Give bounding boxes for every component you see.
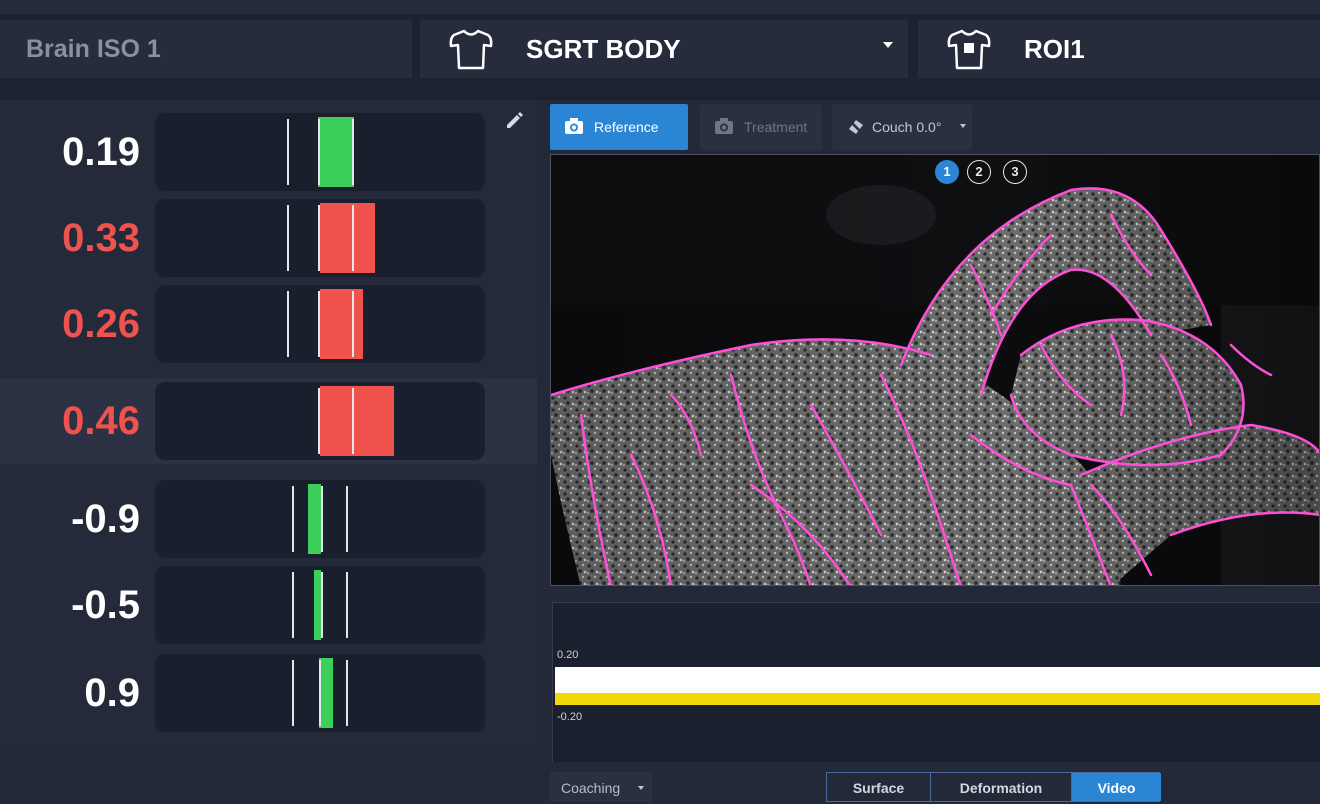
metric-track: [155, 480, 485, 558]
page-indicator-1[interactable]: 1: [935, 160, 959, 184]
metric-row: -0.9: [0, 476, 537, 562]
chevron-down-icon: [638, 786, 644, 790]
tolerance-tick: [346, 660, 348, 726]
tab-deformation[interactable]: Deformation: [930, 773, 1071, 801]
metric-track: [155, 285, 485, 363]
center-tick: [319, 660, 321, 726]
tolerance-tick: [352, 119, 354, 185]
metric-row: 0.26: [0, 281, 537, 367]
metric-row: 0.9: [0, 650, 537, 736]
tolerance-tick: [346, 572, 348, 638]
tolerance-tick: [292, 486, 294, 552]
couch-icon: [849, 120, 863, 134]
center-tick: [318, 119, 320, 185]
center-tick: [318, 388, 320, 454]
torso-roi-icon: [947, 29, 991, 70]
deviation-bar: [320, 203, 375, 273]
tolerance-tick: [287, 291, 289, 357]
metric-value: -0.9: [71, 497, 140, 541]
treatment-button[interactable]: Treatment: [700, 104, 822, 150]
patient-surface-image: [551, 155, 1319, 585]
camera-icon: [715, 118, 733, 134]
view-tabs: Surface Deformation Video: [826, 772, 1161, 802]
metric-row: -0.5: [0, 562, 537, 648]
camera-icon: [565, 118, 583, 134]
tolerance-tick: [346, 486, 348, 552]
center-tick: [318, 291, 320, 357]
couch-dropdown[interactable]: Couch 0.0°: [832, 104, 972, 150]
deviation-bar: [308, 484, 321, 554]
plan-name: Brain ISO 1: [26, 35, 161, 63]
tolerance-tick: [352, 291, 354, 357]
page-indicator-2[interactable]: 2: [967, 160, 991, 184]
metric-value: -0.5: [71, 583, 140, 627]
metric-track: [155, 199, 485, 277]
treatment-label: Treatment: [744, 119, 808, 135]
coaching-label: Coaching: [561, 780, 621, 796]
tolerance-tick: [287, 205, 289, 271]
tolerance-tick: [352, 388, 354, 454]
coaching-dropdown[interactable]: Coaching: [550, 772, 652, 802]
roi-label: ROI1: [1024, 34, 1085, 64]
camera-view[interactable]: 1 2 3: [550, 154, 1320, 586]
tab-video[interactable]: Video: [1071, 773, 1161, 801]
metric-track: [155, 654, 485, 732]
deviation-bar: [319, 658, 333, 728]
metric-value: 0.19: [62, 130, 140, 174]
deviation-bar: [318, 117, 354, 187]
metric-track: [155, 113, 485, 191]
metric-value: 0.33: [62, 216, 140, 260]
metric-row: 0.33: [0, 195, 537, 281]
metric-row-selected[interactable]: 0.46: [0, 378, 537, 464]
torso-outline-icon: [449, 29, 493, 70]
tolerance-tick: [352, 205, 354, 271]
roi-selector[interactable]: ROI1: [918, 20, 1320, 78]
surface-label: SGRT BODY: [526, 34, 681, 64]
metric-row: 0.19: [0, 109, 537, 195]
tab-surface[interactable]: Surface: [827, 773, 930, 801]
deviation-bar: [320, 386, 394, 456]
reference-button[interactable]: Reference: [550, 104, 688, 150]
deviation-graph: 0.20 -0.20: [552, 602, 1320, 762]
center-tick: [318, 205, 320, 271]
tolerance-band: [555, 667, 1320, 693]
deviation-trace: [555, 693, 1320, 705]
top-strip: [0, 0, 1320, 14]
plan-name-panel: Brain ISO 1: [0, 20, 412, 78]
couch-label: Couch 0.0°: [872, 119, 942, 135]
graph-upper-label: 0.20: [557, 649, 579, 661]
metric-value: 0.9: [84, 671, 140, 715]
tolerance-tick: [292, 660, 294, 726]
deviation-bar: [314, 570, 321, 640]
center-tick: [321, 486, 323, 552]
graph-lower-label: -0.20: [557, 711, 583, 723]
page-indicator-3[interactable]: 3: [1003, 160, 1027, 184]
metric-value: 0.26: [62, 302, 140, 346]
chevron-down-icon: [883, 42, 893, 48]
surface-selector[interactable]: SGRT BODY: [420, 20, 908, 78]
reference-label: Reference: [594, 119, 659, 135]
metric-track: [155, 382, 485, 460]
center-tick: [321, 572, 323, 638]
chevron-down-icon: [960, 124, 966, 128]
metric-value: 0.46: [62, 399, 140, 443]
tolerance-tick: [292, 572, 294, 638]
deviation-bar: [320, 289, 363, 359]
tolerance-tick: [287, 119, 289, 185]
metric-track: [155, 566, 485, 644]
